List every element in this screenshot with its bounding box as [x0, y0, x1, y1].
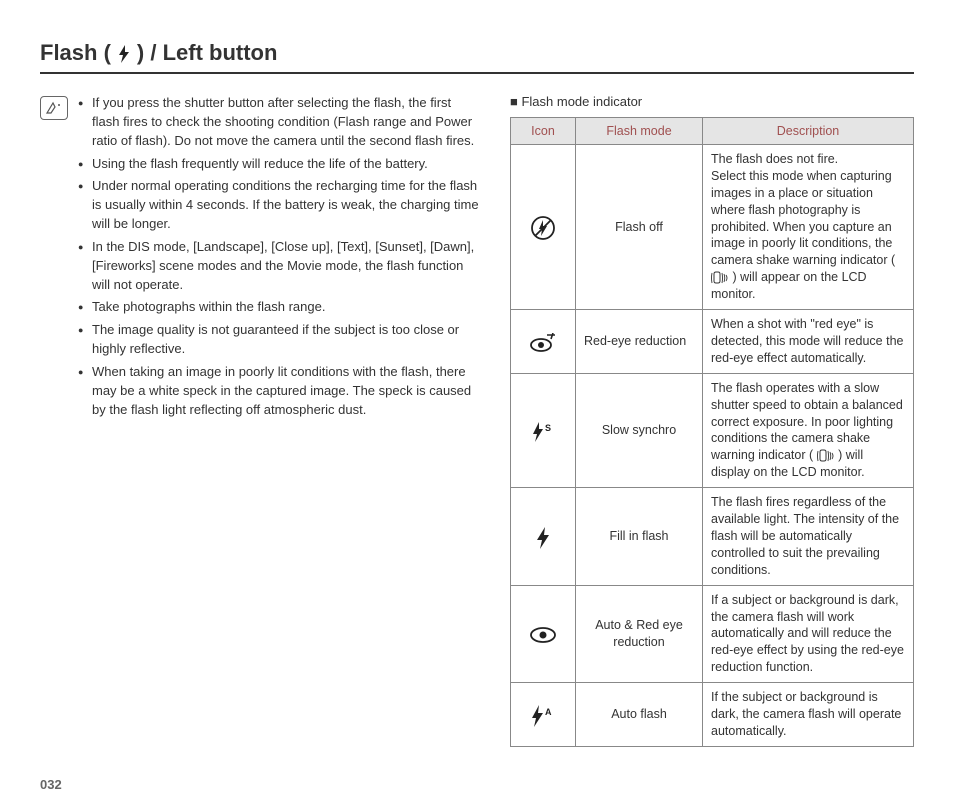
mode-name: Fill in flash — [576, 488, 703, 585]
auto-red-eye-icon — [511, 585, 576, 682]
slow-synchro-icon: S — [511, 373, 576, 488]
note-item: When taking an image in poorly lit condi… — [78, 363, 480, 420]
title-prefix: Flash ( — [40, 40, 111, 66]
notes-column: If you press the shutter button after se… — [40, 94, 480, 747]
mode-desc: The flash does not fire. Select this mod… — [703, 145, 914, 310]
page-title: Flash ( ) / Left button — [40, 40, 914, 74]
title-suffix: ) / Left button — [137, 40, 278, 66]
header-mode: Flash mode — [576, 118, 703, 145]
header-desc: Description — [703, 118, 914, 145]
note-item: Under normal operating conditions the re… — [78, 177, 480, 234]
camera-shake-icon — [711, 269, 729, 286]
flash-off-icon — [511, 145, 576, 310]
table-row: Red-eye reduction When a shot with "red … — [511, 310, 914, 374]
mode-desc: When a shot with "red eye" is detected, … — [703, 310, 914, 374]
note-item: If you press the shutter button after se… — [78, 94, 480, 151]
fill-in-flash-icon — [511, 488, 576, 585]
table-row: A Auto flash If the subject or backgroun… — [511, 683, 914, 747]
table-caption: Flash mode indicator — [510, 94, 914, 109]
mode-desc: If a subject or background is dark, the … — [703, 585, 914, 682]
desc-text: ) will appear on the LCD monitor. — [711, 270, 867, 301]
table-header-row: Icon Flash mode Description — [511, 118, 914, 145]
table-column: Flash mode indicator Icon Flash mode Des… — [510, 94, 914, 747]
content-columns: If you press the shutter button after se… — [40, 94, 914, 747]
note-icon — [40, 96, 68, 120]
manual-page: Flash ( ) / Left button If you press the… — [0, 0, 954, 812]
camera-shake-icon — [817, 448, 835, 465]
mode-desc: If the subject or background is dark, th… — [703, 683, 914, 747]
table-row: Fill in flash The flash fires regardless… — [511, 488, 914, 585]
table-row: Auto & Red eye reduction If a subject or… — [511, 585, 914, 682]
auto-flash-icon: A — [511, 683, 576, 747]
mode-desc: The flash fires regardless of the availa… — [703, 488, 914, 585]
note-item: Take photographs within the flash range. — [78, 298, 480, 317]
note-item: Using the flash frequently will reduce t… — [78, 155, 480, 174]
desc-text: The flash operates with a slow shutter s… — [711, 381, 903, 463]
mode-name: Auto flash — [576, 683, 703, 747]
mode-name: Red-eye reduction — [576, 310, 703, 374]
mode-name: Auto & Red eye reduction — [576, 585, 703, 682]
mode-name: Flash off — [576, 145, 703, 310]
desc-text: The flash does not fire. Select this mod… — [711, 152, 895, 267]
flash-icon — [117, 40, 131, 66]
page-number: 032 — [40, 777, 914, 792]
svg-text:A: A — [545, 707, 552, 717]
header-icon: Icon — [511, 118, 576, 145]
table-row: Flash off The flash does not fire. Selec… — [511, 145, 914, 310]
mode-desc: The flash operates with a slow shutter s… — [703, 373, 914, 488]
note-item: In the DIS mode, [Landscape], [Close up]… — [78, 238, 480, 295]
mode-name: Slow synchro — [576, 373, 703, 488]
note-item: The image quality is not guaranteed if t… — [78, 321, 480, 359]
table-row: S Slow synchro The flash operates with a… — [511, 373, 914, 488]
svg-text:S: S — [545, 423, 551, 433]
notes-list: If you press the shutter button after se… — [78, 94, 480, 747]
red-eye-reduction-icon — [511, 310, 576, 374]
flash-mode-table: Icon Flash mode Description — [510, 117, 914, 747]
